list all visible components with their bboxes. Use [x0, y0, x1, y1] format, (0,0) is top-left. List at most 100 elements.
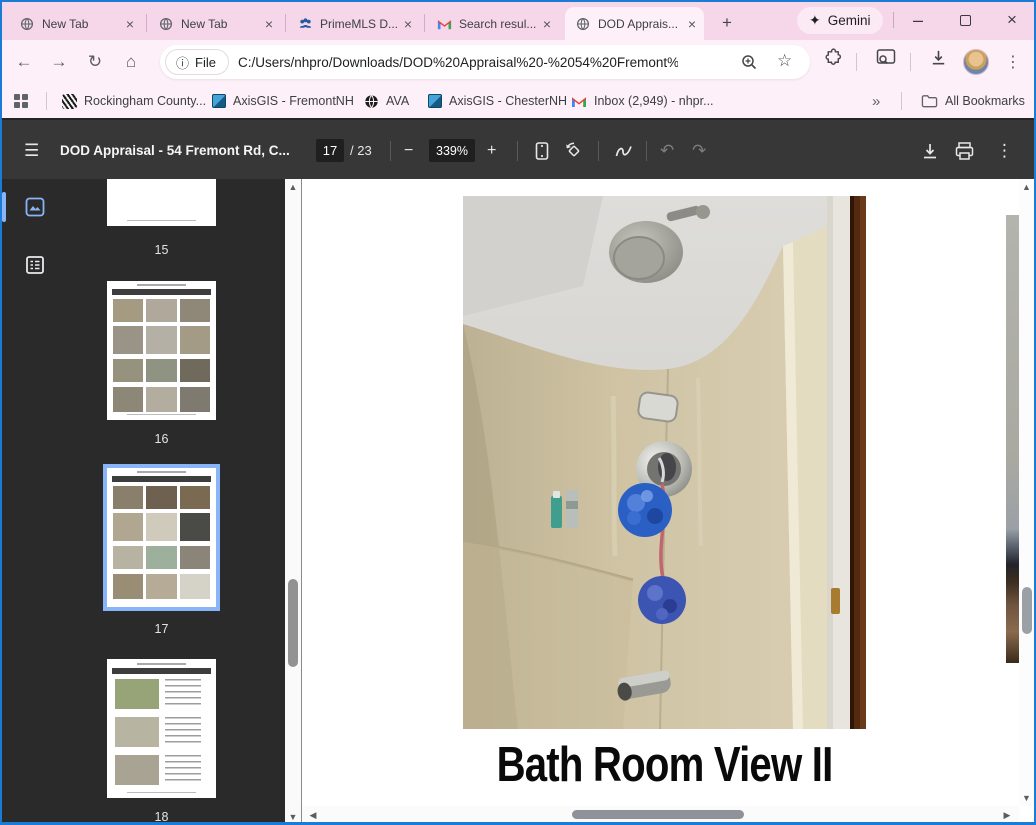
tab-close-icon[interactable]: ×	[688, 17, 696, 31]
scroll-down-icon[interactable]: ▼	[1019, 793, 1034, 803]
gmail-icon	[571, 95, 587, 108]
apps-grid-glyph	[14, 94, 28, 108]
info-icon: ⓘ	[176, 53, 189, 72]
pdf-menu-kebab-icon[interactable]: ⋮	[996, 120, 1013, 181]
thumb-header-band	[112, 668, 211, 674]
sidebar-scrollbar-thumb[interactable]	[288, 579, 298, 667]
title-bar: New Tab × New Tab × PrimeMLS D... × Sear…	[0, 0, 1036, 40]
rockingham-icon	[62, 94, 77, 109]
tab-label: DOD Apprais...	[598, 17, 684, 31]
profile-avatar[interactable]	[963, 49, 989, 75]
thumb-title-line	[137, 663, 186, 665]
apps-grid-icon[interactable]	[14, 89, 28, 113]
bookmark-ava[interactable]: AVA	[364, 89, 409, 113]
new-tab-button[interactable]: +	[714, 10, 740, 36]
thumbnail-page-15[interactable]	[107, 179, 216, 226]
bookmark-axisgis-chester[interactable]: AxisGIS - ChesterNH	[428, 89, 567, 113]
horizontal-scrollbar[interactable]: ◀ ▶	[302, 806, 1019, 823]
thumbnails-view-icon[interactable]	[25, 197, 45, 217]
thumb-photo-row	[113, 326, 210, 354]
gemini-button[interactable]: ✦ Gemini	[797, 7, 883, 34]
thumb-text-lines	[165, 755, 201, 781]
redo-icon[interactable]: ↷	[692, 120, 706, 181]
thumb-footer-line	[127, 792, 196, 794]
address-bar[interactable]: ⓘ File C:/Users/nhpro/Downloads/DOD%20Ap…	[160, 45, 810, 79]
thumb-comp-row	[115, 755, 201, 785]
pdf-page-view: Bath Room View II ▲ ▼ ◀ ▶	[302, 179, 1034, 825]
fit-page-icon[interactable]	[533, 120, 551, 181]
home-icon[interactable]: ⌂	[119, 50, 143, 74]
outline-view-icon[interactable]	[25, 255, 45, 275]
vertical-scrollbar-thumb[interactable]	[1022, 587, 1032, 634]
bookmark-label: Inbox (2,949) - nhpr...	[594, 94, 714, 108]
undo-icon[interactable]: ↶	[660, 120, 674, 181]
zoom-out-button[interactable]: −	[404, 120, 413, 181]
bookmarks-overflow-icon[interactable]: »	[872, 89, 880, 113]
pdf-download-icon[interactable]	[920, 120, 940, 181]
downloads-icon[interactable]	[929, 48, 947, 66]
bookmark-label: AxisGIS - FremontNH	[233, 94, 354, 108]
thumbnail-page-18[interactable]	[107, 659, 216, 798]
pdf-menu-hamburger-icon[interactable]: ☰	[24, 120, 39, 181]
back-icon[interactable]: ←	[12, 50, 36, 74]
bookmark-inbox[interactable]: Inbox (2,949) - nhpr...	[571, 89, 714, 113]
bookmark-axisgis-fremont[interactable]: AxisGIS - FremontNH	[212, 89, 354, 113]
tab-close-icon[interactable]: ×	[543, 17, 551, 31]
scroll-down-icon[interactable]: ▼	[285, 812, 301, 822]
browser-toolbar: ← → ↻ ⌂ ⓘ File C:/Users/nhpro/Downloads/…	[0, 40, 1036, 84]
thumb-photo-row	[113, 513, 210, 541]
print-icon[interactable]	[954, 120, 975, 181]
browser-menu-kebab-icon[interactable]: ⋮	[1001, 50, 1025, 74]
tab-search-results[interactable]: Search resul... ×	[426, 7, 559, 40]
thumbnail-label: 16	[107, 432, 216, 446]
all-bookmarks-button[interactable]: All Bookmarks	[921, 89, 1025, 113]
pdf-content-area: 15 16 17	[0, 179, 1036, 825]
tab-close-icon[interactable]: ×	[265, 17, 273, 31]
thumb-photo-row	[113, 299, 210, 322]
scroll-right-icon[interactable]: ▶	[1000, 810, 1014, 821]
thumbnail-page-17-selected[interactable]	[103, 464, 220, 611]
extensions-icon[interactable]	[824, 48, 842, 66]
maximize-icon	[960, 15, 971, 26]
rotate-icon[interactable]	[564, 120, 584, 181]
forward-icon[interactable]: →	[47, 50, 71, 74]
scroll-left-icon[interactable]: ◀	[306, 810, 320, 821]
tab-new-tab-2[interactable]: New Tab ×	[148, 7, 281, 40]
tab-close-icon[interactable]: ×	[404, 17, 412, 31]
file-chip-label: File	[195, 55, 216, 70]
thumb-footer-line	[127, 414, 196, 416]
thumb-photo-row	[113, 574, 210, 599]
page-number-input[interactable]	[316, 139, 344, 162]
close-window-button[interactable]: ×	[997, 8, 1027, 32]
bookmark-rockingham[interactable]: Rockingham County...	[62, 89, 206, 113]
side-panel-search-icon[interactable]	[876, 48, 894, 66]
zoom-in-button[interactable]: +	[487, 120, 496, 181]
scroll-up-icon[interactable]: ▲	[1019, 182, 1034, 192]
file-chip[interactable]: ⓘ File	[165, 49, 229, 75]
sidebar-scrollbar[interactable]: ▲ ▼	[285, 179, 301, 825]
zoom-level-value[interactable]: 339%	[429, 139, 475, 162]
pdf-toolbar-separator	[390, 141, 391, 161]
annotate-pen-icon[interactable]	[614, 120, 634, 181]
thumbnail-page-16[interactable]	[107, 281, 216, 420]
tab-new-tab-1[interactable]: New Tab ×	[9, 7, 142, 40]
thumb-photo-row	[113, 486, 210, 509]
bookmark-star-icon[interactable]: ☆	[777, 51, 792, 71]
scroll-up-icon[interactable]: ▲	[285, 182, 301, 192]
vertical-scrollbar[interactable]: ▲ ▼	[1019, 179, 1034, 806]
active-rail-indicator	[2, 192, 6, 222]
window-border-left	[0, 0, 2, 825]
tab-primemls[interactable]: PrimeMLS D... ×	[287, 7, 420, 40]
zoom-search-icon[interactable]	[740, 53, 758, 71]
tab-dod-appraisal-active[interactable]: DOD Apprais... ×	[565, 7, 704, 40]
minimize-button[interactable]: –	[903, 8, 933, 32]
thumb-comp-row	[115, 679, 201, 709]
toolbar-separator	[910, 53, 911, 71]
reload-icon[interactable]: ↻	[83, 50, 107, 74]
gmail-icon	[436, 16, 452, 32]
globe-icon	[364, 94, 379, 109]
maximize-button[interactable]	[950, 8, 980, 32]
tab-close-icon[interactable]: ×	[126, 17, 134, 31]
thumbnail-sidebar: 15 16 17	[0, 179, 301, 825]
horizontal-scrollbar-thumb[interactable]	[572, 810, 744, 819]
